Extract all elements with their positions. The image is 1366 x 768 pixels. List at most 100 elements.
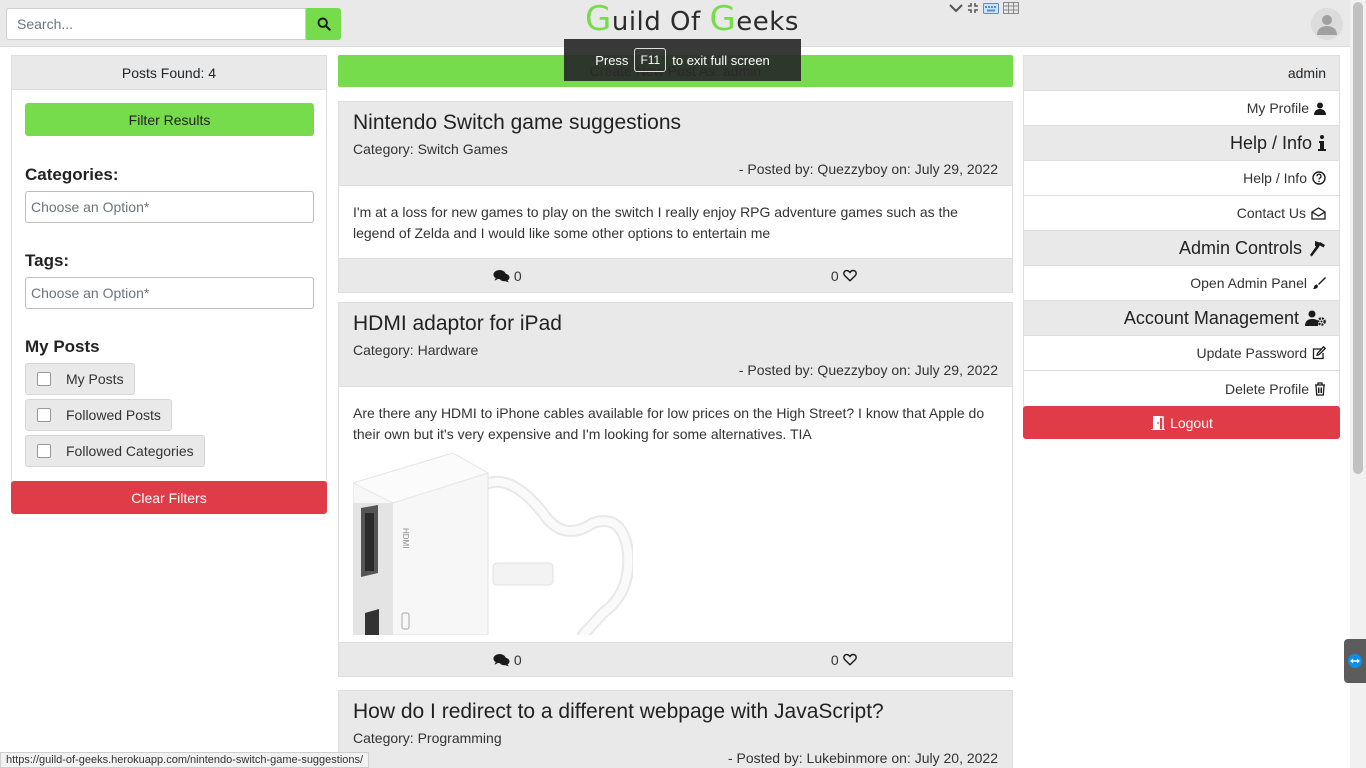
post-author: - Posted by: Lukebinmore on: July 20, 20…	[727, 750, 998, 766]
fullscreen-message: to exit full screen	[672, 52, 770, 68]
account-section-label: Account Management	[1123, 307, 1299, 328]
search-button[interactable]	[306, 8, 341, 40]
filter-panel: Posts Found: 4 Filter Results Categories…	[11, 55, 327, 483]
likes-number: 0	[830, 267, 839, 284]
checkbox-label: My Posts	[66, 371, 124, 387]
post-header: HDMI adaptor for iPad Category: Hardware…	[339, 303, 1012, 387]
comments-icon	[493, 269, 510, 282]
help-section-header: Help / Info	[1024, 126, 1339, 161]
post-author: - Posted by: Quezzyboy on: July 29, 2022	[738, 362, 998, 378]
post-author: - Posted by: Quezzyboy on: July 29, 2022	[738, 161, 998, 177]
user-gear-icon	[1305, 310, 1326, 326]
user-menu-panel: admin My Profile Help / Info Help / Info…	[1023, 55, 1340, 407]
chevron-down-icon[interactable]	[949, 3, 963, 13]
exit-fullscreen-icon[interactable]	[967, 2, 979, 14]
my-posts-checkbox[interactable]: My Posts	[25, 363, 135, 395]
comments-number: 0	[513, 267, 522, 284]
question-circle-icon	[1312, 171, 1326, 185]
logo-text: uild Of	[611, 7, 710, 37]
search-input[interactable]	[6, 8, 306, 40]
trash-icon	[1315, 381, 1325, 396]
post-card[interactable]: How do I redirect to a different webpage…	[338, 690, 1013, 768]
likes-number: 0	[830, 651, 839, 668]
account-section-header: Account Management	[1024, 301, 1339, 336]
grid-icon[interactable]	[1003, 2, 1019, 14]
post-category: Category: Switch Games	[353, 141, 508, 157]
comments-count[interactable]: 0	[339, 259, 676, 292]
followed-posts-checkbox[interactable]: Followed Posts	[25, 399, 172, 431]
likes-count[interactable]: 0	[676, 643, 1013, 676]
post-card[interactable]: HDMI adaptor for iPad Category: Hardware…	[338, 302, 1013, 677]
help-info-label: Help / Info	[1243, 170, 1307, 186]
post-body: I'm at a loss for new games to play on t…	[353, 204, 958, 241]
checkbox-box[interactable]	[37, 444, 51, 458]
info-icon	[1318, 134, 1326, 151]
update-password-label: Update Password	[1196, 345, 1307, 361]
categories-select[interactable]: Choose an Option*	[25, 191, 314, 223]
categories-label: Categories:	[25, 165, 119, 184]
checkbox-label: Followed Categories	[66, 443, 194, 459]
logout-label: Logout	[1170, 414, 1213, 431]
checkbox-box[interactable]	[37, 372, 51, 386]
post-title[interactable]: HDMI adaptor for iPad	[353, 312, 998, 336]
contact-us-label: Contact Us	[1236, 205, 1306, 221]
post-category: Category: Hardware	[353, 342, 479, 358]
hdmi-adapter-image: HDMI	[353, 453, 633, 635]
site-logo[interactable]: Guild Of Geeks	[585, 2, 799, 37]
scrollbar-thumb[interactable]	[1353, 2, 1363, 474]
post-title[interactable]: Nintendo Switch game suggestions	[353, 111, 998, 135]
checkbox-label: Followed Posts	[66, 407, 161, 423]
followed-categories-checkbox[interactable]: Followed Categories	[25, 435, 205, 467]
help-section-label: Help / Info	[1229, 132, 1312, 153]
door-open-icon	[1151, 416, 1166, 430]
logo-letter: G	[709, 0, 737, 39]
update-password-link[interactable]: Update Password	[1024, 336, 1339, 371]
delete-profile-link[interactable]: Delete Profile	[1024, 371, 1339, 406]
my-profile-label: My Profile	[1246, 100, 1309, 116]
hdmi-port-label: HDMI	[401, 528, 410, 548]
teamviewer-icon	[1348, 654, 1362, 668]
clear-filters-button[interactable]: Clear Filters	[11, 481, 327, 514]
tags-label: Tags:	[25, 251, 70, 270]
admin-section-label: Admin Controls	[1178, 237, 1302, 258]
post-footer: 0 0	[339, 258, 1012, 292]
post-card[interactable]: Nintendo Switch game suggestions Categor…	[338, 101, 1013, 293]
logout-button[interactable]: Logout	[1023, 406, 1340, 439]
admin-section-header: Admin Controls	[1024, 231, 1339, 266]
delete-profile-label: Delete Profile	[1224, 380, 1309, 397]
comments-icon	[493, 653, 510, 666]
my-profile-link[interactable]: My Profile	[1024, 91, 1339, 126]
post-header: Nintendo Switch game suggestions Categor…	[339, 102, 1012, 186]
brush-icon	[1313, 277, 1326, 289]
keyboard-icon[interactable]	[983, 2, 999, 14]
envelope-icon	[1311, 206, 1326, 220]
my-posts-label: My Posts	[25, 337, 100, 356]
post-title[interactable]: How do I redirect to a different webpage…	[353, 700, 998, 724]
filter-results-button[interactable]: Filter Results	[25, 103, 314, 136]
edit-icon	[1312, 346, 1326, 360]
contact-us-link[interactable]: Contact Us	[1024, 196, 1339, 231]
hammer-icon	[1310, 240, 1325, 256]
fullscreen-notice: Press F11 to exit full screen	[564, 39, 801, 81]
post-footer: 0 0	[339, 642, 1012, 676]
open-admin-panel-link[interactable]: Open Admin Panel	[1024, 266, 1339, 301]
user-avatar[interactable]	[1311, 8, 1343, 40]
search-form	[6, 8, 341, 40]
user-icon	[1317, 15, 1337, 35]
heart-icon	[842, 653, 857, 666]
search-icon	[317, 17, 331, 31]
remote-support-tab[interactable]	[1344, 639, 1366, 683]
comments-count[interactable]: 0	[339, 643, 676, 676]
help-info-link[interactable]: Help / Info	[1024, 161, 1339, 196]
tags-select[interactable]: Choose an Option*	[25, 277, 314, 309]
likes-count[interactable]: 0	[676, 259, 1013, 292]
post-body: Are there any HDMI to iPhone cables avai…	[353, 405, 985, 442]
browser-toolbar-icons	[949, 0, 1019, 16]
username-header: admin	[1024, 56, 1339, 91]
status-bar-url: https://guild-of-geeks.herokuapp.com/nin…	[0, 752, 370, 768]
comments-number: 0	[513, 651, 522, 668]
user-icon	[1314, 102, 1326, 115]
fullscreen-key: F11	[634, 48, 667, 72]
checkbox-box[interactable]	[37, 408, 51, 422]
posts-found-count: Posts Found: 4	[12, 56, 326, 90]
